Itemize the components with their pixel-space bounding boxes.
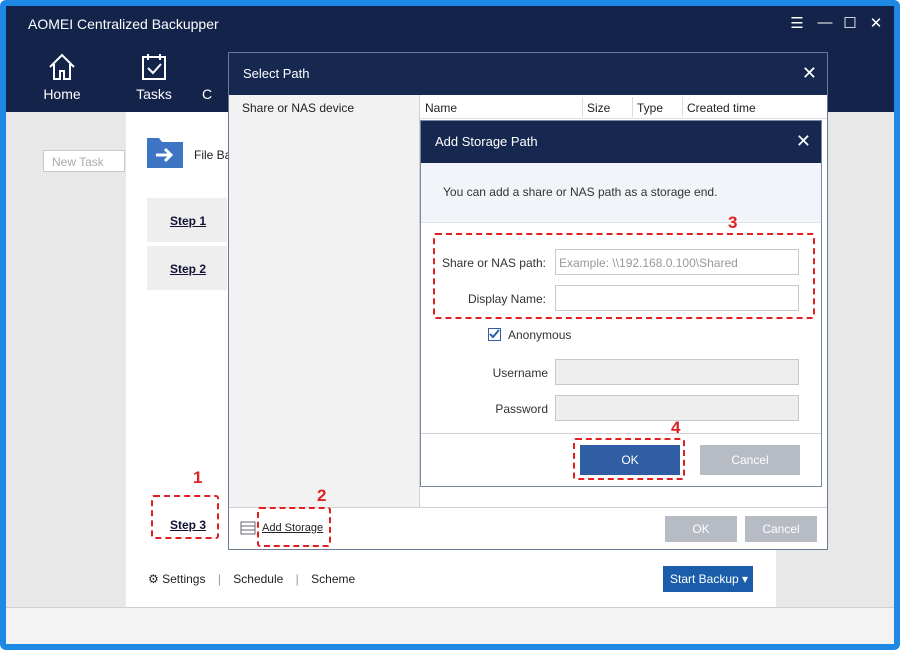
file-backup-icon — [147, 138, 183, 168]
anonymous-checkbox[interactable] — [488, 328, 501, 341]
gear-icon[interactable]: ⚙ — [148, 572, 159, 586]
checkmark-icon — [489, 329, 500, 339]
schedule-link[interactable]: Schedule — [233, 572, 283, 586]
column-created-time[interactable]: Created time — [687, 101, 756, 115]
status-bar — [6, 607, 894, 644]
sidebar: New Task — [6, 112, 126, 607]
minimize-icon[interactable]: — — [816, 14, 834, 32]
nav-tasks-label: Tasks — [136, 86, 172, 102]
annotation-box-1 — [151, 495, 219, 539]
scheme-link[interactable]: Scheme — [311, 572, 355, 586]
annotation-number-1: 1 — [193, 468, 203, 487]
step-2[interactable]: Step 2 — [147, 246, 227, 290]
username-input — [555, 359, 799, 385]
start-backup-label: Start Backup — [670, 572, 739, 586]
nav-partial-label: C — [202, 86, 213, 102]
column-size[interactable]: Size — [587, 101, 610, 115]
step-1[interactable]: Step 1 — [147, 198, 227, 242]
cancel-button[interactable]: Cancel — [700, 445, 800, 475]
window-frame: AOMEI Centralized Backupper ☰ — ☐ ✕ Home… — [0, 0, 900, 650]
home-icon — [49, 53, 75, 80]
close-icon[interactable]: ✕ — [796, 131, 811, 152]
new-task-input[interactable]: New Task — [43, 150, 125, 172]
annotation-box-3 — [433, 233, 815, 319]
info-text: You can add a share or NAS path as a sto… — [421, 163, 821, 223]
anonymous-label: Anonymous — [508, 328, 572, 342]
add-storage-title: Add Storage Path — [421, 121, 821, 163]
nav-home-label: Home — [43, 86, 81, 102]
app-title: AOMEI Centralized Backupper — [28, 16, 219, 32]
app-window: AOMEI Centralized Backupper ☰ — ☐ ✕ Home… — [6, 6, 894, 644]
settings-link[interactable]: Settings — [162, 572, 205, 586]
nav-partial[interactable]: C — [202, 86, 222, 102]
ok-button[interactable]: OK — [665, 516, 737, 542]
annotation-number-4: 4 — [671, 418, 681, 437]
device-tree: Share or NAS device — [229, 95, 420, 507]
annotation-number-3: 3 — [728, 213, 738, 232]
annotation-box-4 — [573, 438, 685, 480]
close-icon[interactable]: ✕ — [867, 14, 885, 32]
column-name[interactable]: Name — [425, 101, 457, 115]
nav-tasks[interactable]: Tasks — [124, 52, 184, 102]
username-label: Username — [492, 366, 548, 380]
close-icon[interactable]: ✕ — [802, 63, 817, 84]
tree-item-share-nas[interactable]: Share or NAS device — [242, 101, 354, 115]
maximize-icon[interactable]: ☐ — [841, 14, 859, 32]
cancel-button[interactable]: Cancel — [745, 516, 817, 542]
chevron-down-icon: ▾ — [742, 572, 749, 586]
storage-icon — [240, 520, 256, 539]
annotation-box-2 — [257, 507, 331, 547]
bottom-links: ⚙ Settings | Schedule | Scheme — [148, 572, 356, 586]
nav-home[interactable]: Home — [32, 52, 92, 102]
column-type[interactable]: Type — [637, 101, 663, 115]
annotation-number-2: 2 — [317, 486, 327, 505]
password-label: Password — [495, 402, 548, 416]
menu-icon[interactable]: ☰ — [788, 14, 806, 32]
tasks-icon — [142, 54, 166, 80]
file-list-header: Name Size Type Created time — [420, 95, 827, 119]
select-path-title: Select Path — [229, 53, 827, 95]
file-backup-label: File Ba — [194, 148, 232, 162]
start-backup-button[interactable]: Start Backup ▾ — [663, 566, 753, 592]
